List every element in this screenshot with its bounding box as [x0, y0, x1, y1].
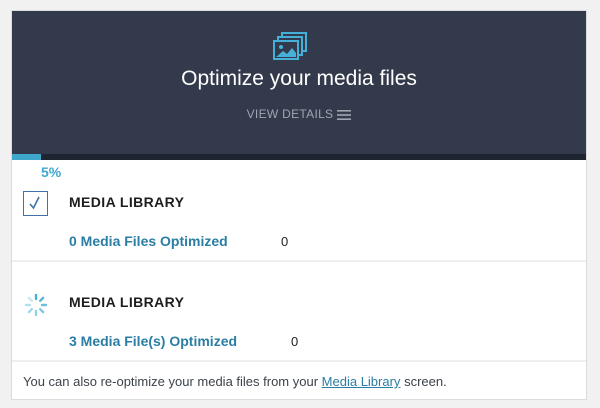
section-title: MEDIA LIBRARY: [69, 194, 185, 210]
hamburger-menu-icon: [337, 109, 352, 120]
optimized-files-link[interactable]: 0 Media Files Optimized: [69, 233, 228, 249]
loading-spinner-icon: [24, 293, 48, 317]
progress-bar: [12, 154, 586, 160]
progress-percentage: 5%: [41, 164, 62, 180]
progress-bar-fill: [12, 154, 41, 160]
optimization-panel: Optimize your media files VIEW DETAILS 5…: [11, 10, 587, 400]
optimized-files-link[interactable]: 3 Media File(s) Optimized: [69, 333, 237, 349]
media-library-section-progress: MEDIA LIBRARY 3 Media File(s) Optimized …: [12, 263, 586, 360]
section-divider: [12, 360, 586, 362]
header-banner: Optimize your media files VIEW DETAILS: [12, 11, 586, 154]
media-library-section-complete: MEDIA LIBRARY 0 Media Files Optimized 0: [12, 181, 586, 261]
checkbox-checked-icon: [23, 191, 48, 216]
optimized-count: 0: [281, 234, 289, 249]
footer-note: You can also re-optimize your media file…: [23, 374, 447, 389]
footer-text-after: screen.: [404, 374, 447, 389]
footer-text-before: You can also re-optimize your media file…: [23, 374, 319, 389]
section-divider: [12, 260, 586, 262]
view-details-label: VIEW DETAILS: [246, 107, 334, 121]
media-library-link[interactable]: Media Library: [322, 374, 401, 389]
images-stack-icon: [272, 31, 308, 63]
section-title: MEDIA LIBRARY: [69, 294, 185, 310]
view-details-button[interactable]: VIEW DETAILS: [12, 107, 586, 121]
page-title: Optimize your media files: [181, 67, 417, 90]
optimized-count: 0: [291, 334, 299, 349]
